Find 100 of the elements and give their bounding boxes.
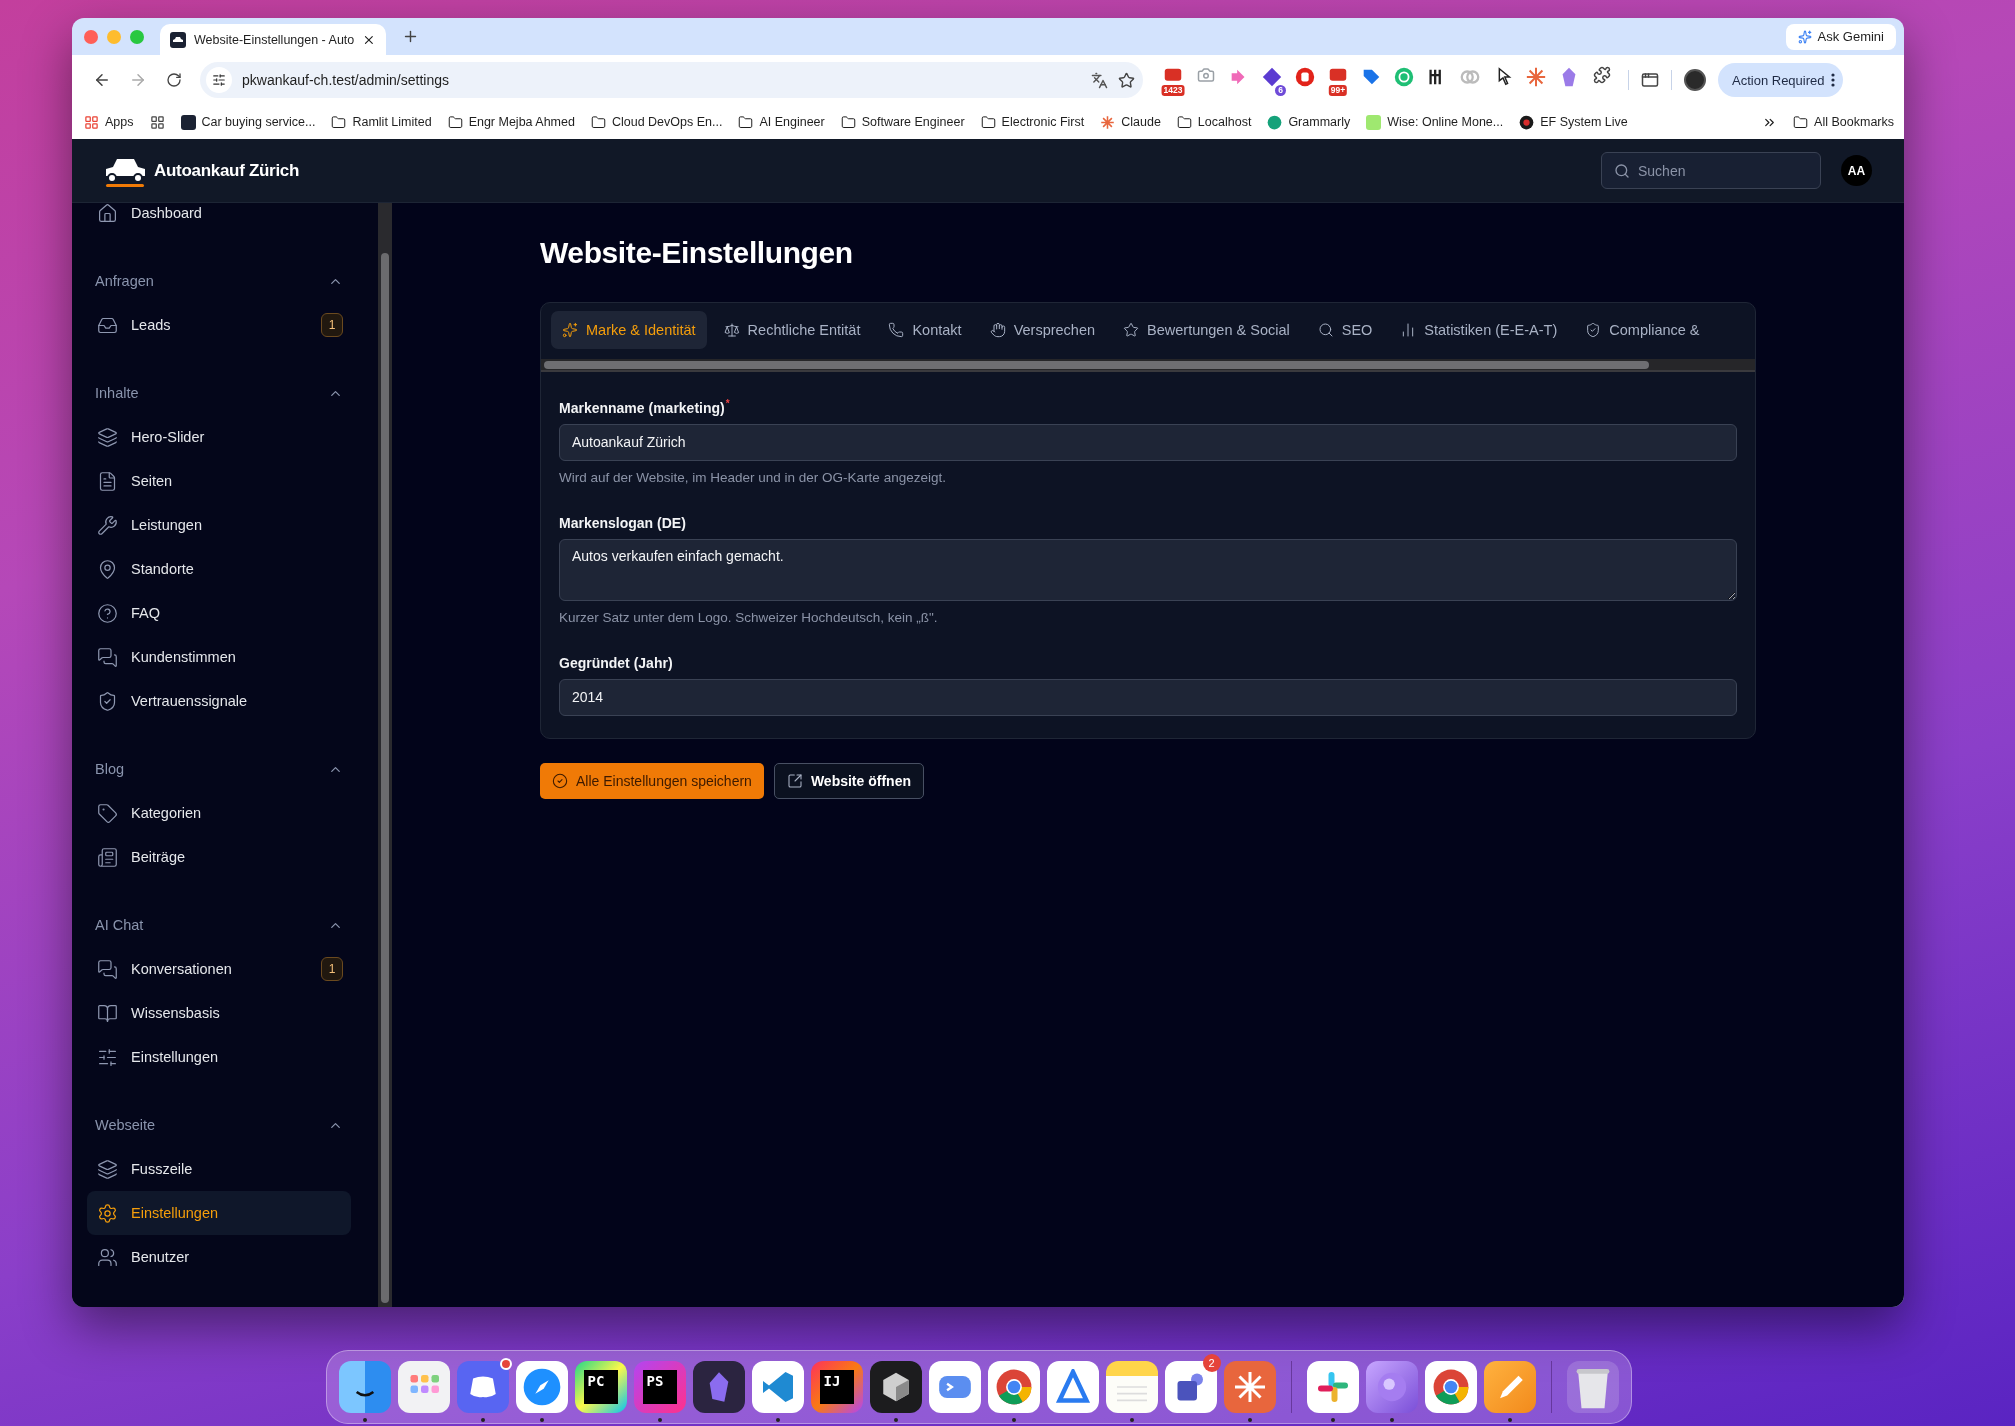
sidebar-item[interactable]: Hero-Slider (87, 415, 351, 459)
newspaper-icon (97, 846, 118, 868)
url-text: pkwankauf-ch.test/admin/settings (242, 72, 450, 88)
chat-bubbles-icon (97, 958, 118, 980)
home-icon (97, 203, 118, 224)
bookmark-link[interactable]: Grammarly (1267, 114, 1351, 130)
sidebar-item[interactable]: Leads 1 (87, 303, 351, 347)
more-vertical-icon (1830, 73, 1835, 87)
settings-tab[interactable]: Compliance & (1574, 311, 1711, 349)
sidebar-group-header[interactable]: Inhalte (87, 371, 351, 415)
tab-title: Website-Einstellungen - Auto (194, 32, 355, 47)
close-window-button[interactable] (84, 29, 98, 44)
save-button[interactable]: Alle Einstellungen speichern (540, 762, 764, 799)
bookmark-folder[interactable]: Software Engineer (840, 114, 965, 130)
settings-tab[interactable]: Kontakt (877, 311, 973, 349)
check-circle-icon (552, 772, 568, 789)
tag-icon (97, 802, 118, 824)
shield-check-icon (97, 690, 118, 712)
car-favicon-icon (170, 31, 186, 48)
sidebar-item[interactable]: FAQ (87, 591, 351, 635)
profile-avatar[interactable] (1684, 69, 1706, 91)
sidebar-item[interactable]: Wissensbasis (87, 991, 351, 1035)
search-icon (1317, 322, 1334, 338)
settings-tab[interactable]: Statistiken (E-E-A-T) (1389, 311, 1569, 349)
scrollbar[interactable] (378, 203, 392, 1307)
search-field[interactable]: Suchen (1601, 152, 1821, 189)
sidebar-item[interactable]: Einstellungen (87, 1191, 351, 1235)
bookmark-folder[interactable]: AI Engineer (738, 114, 825, 130)
app-icon[interactable] (1306, 1361, 1359, 1413)
brand-name[interactable]: Autoankauf Zürich (154, 160, 300, 181)
settings-tab[interactable]: SEO (1306, 311, 1384, 349)
action-required-button[interactable]: Action Required (1718, 63, 1843, 97)
hand-icon (989, 322, 1006, 338)
sidebar-group-header[interactable]: AI Chat (87, 903, 351, 947)
folder-icon (1793, 114, 1809, 130)
settings-tab[interactable]: Rechtliche Entität (712, 311, 872, 349)
sidebar-item[interactable]: Beiträge (87, 835, 351, 879)
settings-tab[interactable]: Marke & Identität (551, 311, 707, 349)
sidebar-item[interactable]: Benutzer (87, 1235, 351, 1279)
arrow-right-icon (129, 71, 147, 89)
input-field[interactable]: 2014 (559, 678, 1737, 716)
sidebar-item[interactable]: Kategorien (87, 791, 351, 835)
tabs-scrollbar[interactable] (541, 359, 1755, 372)
bookmark-folder[interactable]: Engr Mejba Ahmed (447, 114, 575, 130)
sidebar-item[interactable]: Fusszeile (87, 1147, 351, 1191)
sidebar-item[interactable]: Leistungen (87, 503, 351, 547)
open-website-button[interactable]: Website öffnen (773, 762, 924, 799)
sidebar-item[interactable]: Standorte (87, 547, 351, 591)
address-bar[interactable]: pkwankauf-ch.test/admin/settings (200, 62, 1143, 98)
field-label: Gegründet (Jahr) (559, 653, 674, 673)
ask-gemini-button[interactable]: Ask Gemini (1785, 23, 1896, 50)
text-area-field[interactable]: Autos verkaufen einfach gemacht. (559, 538, 1737, 601)
document-icon (97, 470, 118, 492)
sidebar-item[interactable]: Einstellungen (87, 1035, 351, 1079)
sidebar-item[interactable]: Dashboard (87, 203, 351, 235)
extension-icon[interactable] (1261, 66, 1283, 88)
sidebar-group-header[interactable]: Webseite (87, 1103, 351, 1147)
translate-icon[interactable] (1091, 71, 1108, 89)
bookmark-link[interactable]: Wise: Online Mone... (1366, 114, 1504, 130)
app-icon[interactable]: IJ (810, 1361, 863, 1413)
bookmark-folder[interactable]: Electronic First (980, 114, 1085, 130)
sliders-icon (97, 1046, 118, 1068)
sidebar-item[interactable]: Kundenstimmen (87, 635, 351, 679)
sparkles-icon (562, 322, 578, 338)
bookmark-star-icon[interactable] (1118, 71, 1135, 89)
bookmark-link[interactable]: Car buying service... (180, 114, 316, 130)
search-icon (1614, 162, 1630, 179)
sidebar-item[interactable]: Vertrauenssignale (87, 679, 351, 723)
bookmark-folder[interactable]: All Bookmarks (1793, 114, 1894, 130)
star-icon (1123, 322, 1140, 338)
app-icon[interactable] (1483, 1361, 1536, 1413)
app-icon[interactable] (869, 1361, 922, 1413)
app-icon[interactable]: PC (574, 1361, 627, 1413)
grid-icon[interactable] (149, 114, 165, 130)
settings-tab[interactable]: Versprechen (978, 311, 1107, 349)
bookmark-link[interactable]: EF System Live (1519, 114, 1628, 130)
site-info-icon[interactable] (206, 67, 232, 93)
bookmark-link[interactable]: Apps (84, 114, 134, 130)
settings-tab[interactable]: Bewertungen & Social (1112, 311, 1301, 349)
browser-tab[interactable]: Website-Einstellungen - Auto (160, 24, 386, 55)
field-label: Markenname (marketing)$^{*}$ (559, 397, 731, 418)
field-hint: Wird auf der Website, im Header und in der OG-Karte angezeigt. (559, 468, 947, 487)
sidebar-group-header[interactable]: Anfragen (87, 259, 351, 303)
car-favicon-icon (180, 114, 196, 130)
user-avatar[interactable]: AA (1841, 155, 1872, 186)
sidebar-group-header[interactable]: Blog (87, 747, 351, 791)
input-field[interactable]: Autoankauf Zürich (559, 423, 1737, 461)
bookmark-folder[interactable]: Ramlit Limited (331, 114, 432, 130)
phone-icon (888, 322, 905, 338)
app-icon[interactable]: PS (633, 1361, 686, 1413)
sidebar-item[interactable]: Seiten (87, 459, 351, 503)
bookmark-link[interactable]: Claude (1100, 114, 1161, 130)
bookmark-folder[interactable]: Localhost (1176, 114, 1252, 130)
sidebar-item[interactable]: Konversationen 1 (87, 947, 351, 991)
app-icon[interactable] (1164, 1361, 1217, 1413)
bookmark-folder[interactable]: Cloud DevOps En... (590, 114, 723, 130)
book-icon (97, 1002, 118, 1024)
app-icon[interactable] (1424, 1361, 1477, 1413)
layers-icon (97, 1158, 118, 1180)
tab-search-icon[interactable] (1641, 71, 1659, 89)
